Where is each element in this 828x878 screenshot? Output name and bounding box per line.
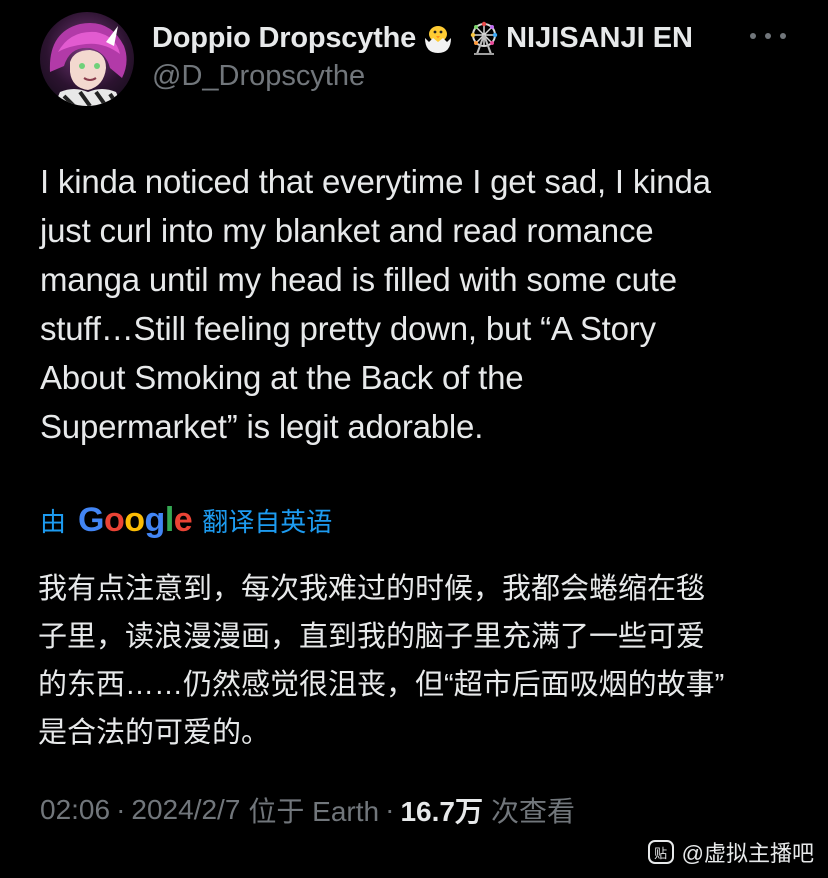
ferris-wheel-icon <box>466 20 502 56</box>
more-dot-icon <box>780 33 786 39</box>
translation-suffix: 翻译自英语 <box>202 506 333 537</box>
translation-prefix: 由 <box>40 506 67 537</box>
meta-separator: · <box>116 794 126 825</box>
more-dot-icon <box>765 33 771 39</box>
author-affiliation: NIJISANJI EN <box>506 21 694 54</box>
author-name-row[interactable]: Doppio Dropscythe NIJISANJI EN <box>152 18 693 58</box>
views-label: 次查看 <box>490 796 575 827</box>
watermark: 贴 @虚拟主播吧 <box>647 836 814 868</box>
tweet-time[interactable]: 02:06 <box>40 794 110 826</box>
author-display-name[interactable]: Doppio Dropscythe <box>152 22 416 55</box>
meta-separator: · <box>385 794 395 825</box>
watermark-text: @虚拟主播吧 <box>681 841 814 866</box>
avatar-image <box>49 22 127 106</box>
more-options-button[interactable] <box>750 22 786 50</box>
more-dot-icon <box>750 33 756 39</box>
tweet-location: 位于 Earth <box>248 796 380 827</box>
author-avatar[interactable] <box>40 12 134 106</box>
translation-attribution[interactable]: 由 Google 翻译自英语 <box>40 500 332 540</box>
tweet-meta: 02:06 · 2024/2/7 位于 Earth · 16.7万 次查看 <box>40 790 575 830</box>
tweet-date[interactable]: 2024/2/7 <box>131 794 240 826</box>
translated-text: 我有点注意到，每次我难过的时候，我都会蜷缩在毯 子里，读浪漫漫画，直到我的脑子里… <box>38 573 725 749</box>
google-logo: Google <box>78 500 193 539</box>
tieba-icon: 贴 <box>647 840 674 864</box>
tweet-text: I kinda noticed that everytime I get sad… <box>40 163 711 445</box>
views-count[interactable]: 16.7万 <box>400 790 483 830</box>
hatching-chick-icon <box>420 20 456 56</box>
author-handle[interactable]: @D_Dropscythe <box>152 60 365 93</box>
